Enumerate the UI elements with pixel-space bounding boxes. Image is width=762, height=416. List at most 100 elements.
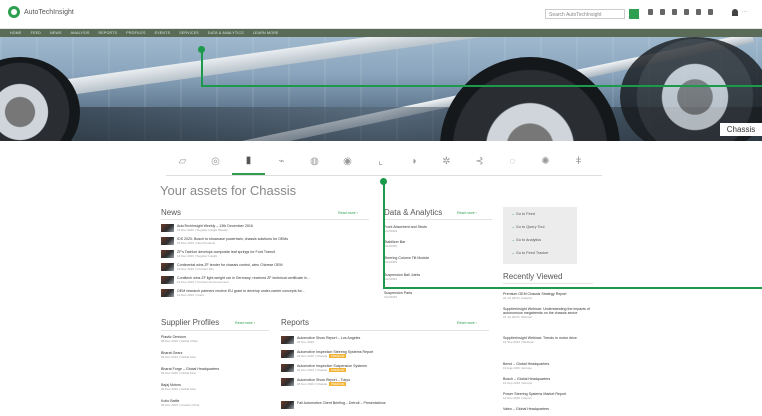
report-thumbnail	[281, 350, 294, 358]
callout-line	[201, 50, 203, 86]
news-item[interactable]: ZF's Tachlon develops composite leaf spr…	[161, 250, 275, 258]
news-item[interactable]: IDS 2020: Bosch to showcase powertrain, …	[161, 237, 288, 245]
recently-viewed-item[interactable]: Power Steering Systems Market Report 14 N…	[503, 392, 593, 400]
data-analytics-item[interactable]: Suspension Ball Joints CHASSIS	[384, 273, 420, 281]
nav-item-learn-more[interactable]: Learn More	[253, 31, 279, 35]
go-to-analytics-link[interactable]: Go to Analytics	[511, 238, 541, 242]
recently-viewed-item[interactable]: Benni – Global Headquarters 19 Aug 2016 |…	[503, 362, 593, 370]
divider	[503, 283, 593, 284]
tab-steering-icon[interactable]: ◎	[199, 147, 232, 175]
news-item[interactable]: OEM research partners receive EU grant t…	[161, 289, 305, 297]
tab-plug-icon[interactable]: ǂ	[562, 147, 595, 175]
recently-viewed-item[interactable]: Bosch – Global Headquarters 19 Sep 2016 |…	[503, 377, 593, 385]
report-item[interactable]: Automotive Show Report – Los Angeles 22 N…	[281, 336, 360, 344]
news-item[interactable]: AutoTechInsight Weekly – 13th December 2…	[161, 224, 253, 232]
recently-viewed-item[interactable]: Valeo – Global Headquarters	[503, 407, 593, 411]
report-item[interactable]: Automotive Inspection Suspension Systems…	[281, 364, 367, 372]
hero-category-badge: Chassis	[720, 123, 762, 136]
nav-item-events[interactable]: Events	[155, 31, 171, 35]
nav-item-reports[interactable]: Reports	[99, 31, 118, 35]
item-title: SupplierInsight Webinar: Understanding t…	[503, 307, 590, 315]
divider	[384, 219, 492, 220]
data-analytics-heading: Data & Analytics	[384, 208, 443, 217]
news-item[interactable]: Contitech wins ZF light-weight car in Ge…	[161, 276, 310, 284]
tab-engine-icon[interactable]: ⌁	[265, 147, 298, 175]
search-input[interactable]: Search AutoTechInsight	[545, 9, 625, 19]
item-meta: 06 Dec 2016 | Greater China	[161, 403, 200, 407]
item-meta: CHASSIS	[384, 229, 398, 233]
item-title: Fall Automotive Client Briefing – Detroi…	[297, 401, 386, 405]
data-analytics-item[interactable]: Front Absorbent and Struts CHASSIS	[384, 225, 427, 233]
mail-icon[interactable]	[696, 9, 701, 15]
nav-item-profiles[interactable]: Profiles	[126, 31, 145, 35]
recently-viewed-item[interactable]: Premium OEM Chassis Strategy Report 22 Ju…	[503, 292, 593, 300]
data-analytics-item[interactable]: Suspension Parts CHASSIS	[384, 291, 412, 299]
notifications-icon[interactable]	[672, 9, 677, 15]
go-to-feed-link[interactable]: Go to Feed	[511, 212, 535, 216]
item-meta: 06 Dec 2016 | Global Asia	[161, 371, 196, 375]
category-tabs: ▱ ◎ ▮ ⌁ ◍ ◉ ⌞ ◑ ✲ ⊰ ◌ ✺ ǂ	[166, 147, 602, 176]
callout-dot	[198, 46, 205, 53]
news-thumbnail	[161, 250, 174, 258]
supplier-profiles-read-more-link[interactable]: Read more ›	[235, 321, 255, 325]
item-meta: CHASSIS	[384, 244, 398, 248]
nav-item-home[interactable]: Home	[10, 31, 22, 35]
supplier-profile-item[interactable]: Bharat Forge – Global Headquarters 06 Dec…	[161, 367, 219, 375]
data-analytics-item[interactable]: Stabilizer Bar CHASSIS	[384, 240, 405, 248]
tab-gear-icon[interactable]: ◉	[331, 147, 364, 175]
data-analytics-read-more-link[interactable]: Read more ›	[457, 211, 477, 215]
logo-text: AutoTechInsight	[24, 8, 74, 16]
tab-light-icon[interactable]: ◑	[397, 147, 430, 175]
user-menu[interactable]: ···	[742, 9, 747, 15]
user-icon[interactable]	[732, 9, 738, 16]
data-analytics-item[interactable]: Steering Column Tilt Module CHASSIS	[384, 256, 429, 264]
news-meta: 13 Dec 2016 | Contract Win	[177, 267, 214, 271]
reports-read-more-link[interactable]: Read more ›	[457, 321, 477, 325]
news-meta: 12 Dec 2016 | Contract Announcement	[177, 280, 229, 284]
quick-links-panel: Go to Feed Go to Query Tool Go to Analyt…	[503, 207, 577, 264]
report-item[interactable]: Automotive Show Report – Tokyo 18 Nov 201…	[281, 378, 350, 386]
go-to-query-tool-link[interactable]: Go to Query Tool	[511, 225, 545, 229]
go-to-feed-tracker-link[interactable]: Go to Feed Tracker	[511, 251, 549, 255]
item-meta: 22 Nov 2016 | Chassis	[297, 368, 328, 372]
settings-icon[interactable]	[708, 9, 713, 15]
nav-item-analysis[interactable]: Analysis	[71, 31, 90, 35]
item-meta: 08 Dec 2016 | Global Chain	[161, 339, 198, 343]
tab-seat-icon[interactable]: ⌞	[364, 147, 397, 175]
news-thumbnail	[161, 289, 174, 297]
tab-chassis-icon[interactable]: ▮	[232, 147, 265, 175]
tab-key-icon[interactable]: ⊰	[463, 147, 496, 175]
news-read-more-link[interactable]: Read more ›	[338, 211, 358, 215]
logo[interactable]: AutoTechInsight	[8, 6, 74, 18]
search-button[interactable]	[629, 9, 639, 19]
toolbar-icons	[648, 9, 713, 15]
page-title: Your assets for Chassis	[160, 183, 297, 198]
calendar-icon[interactable]	[684, 9, 689, 15]
nav-item-services[interactable]: Services	[179, 31, 199, 35]
tab-battery-icon[interactable]: ◌	[496, 147, 529, 175]
nav-item-news[interactable]: News	[50, 31, 62, 35]
nav-item-data-analytics[interactable]: Data & Analytics	[208, 31, 244, 35]
tab-fan-icon[interactable]: ✲	[430, 147, 463, 175]
nav-item-feed[interactable]: Feed	[31, 31, 41, 35]
news-item[interactable]: Continental wins ZF tender for chassis c…	[161, 263, 282, 271]
recently-viewed-item[interactable]: SupplierInsight Webinar: Understanding t…	[503, 307, 593, 319]
item-meta: 19 Sep 2016 | Europe	[503, 381, 533, 385]
report-item[interactable]: Automotive Inspection Steering Systems R…	[281, 350, 373, 358]
news-heading: News	[161, 208, 182, 217]
tab-car-icon[interactable]: ▱	[166, 147, 199, 175]
news-thumbnail	[161, 237, 174, 245]
recently-viewed-item[interactable]: SupplierInsight Webinar: Trends in motor…	[503, 336, 593, 344]
supplier-profile-item[interactable]: Bajaj Motors 06 Dec 2016 | Global Asia	[161, 383, 196, 391]
help-icon[interactable]	[660, 9, 665, 15]
supplier-profile-item[interactable]: Bharat Gears 06 Dec 2016 | Global Asia	[161, 351, 196, 359]
supplier-profile-item[interactable]: Plastic Omnium 08 Dec 2016 | Global Chain	[161, 335, 198, 343]
supplier-profile-item[interactable]: Koito Battle 06 Dec 2016 | Greater China	[161, 399, 199, 407]
item-meta: CHASSIS	[384, 277, 398, 281]
divider	[161, 330, 269, 331]
report-item[interactable]: Fall Automotive Client Briefing – Detroi…	[281, 401, 386, 409]
tab-wheel-icon[interactable]: ◍	[298, 147, 331, 175]
tab-settings-icon[interactable]: ✺	[529, 147, 562, 175]
report-thumbnail	[281, 378, 294, 386]
home-icon[interactable]	[648, 9, 653, 15]
